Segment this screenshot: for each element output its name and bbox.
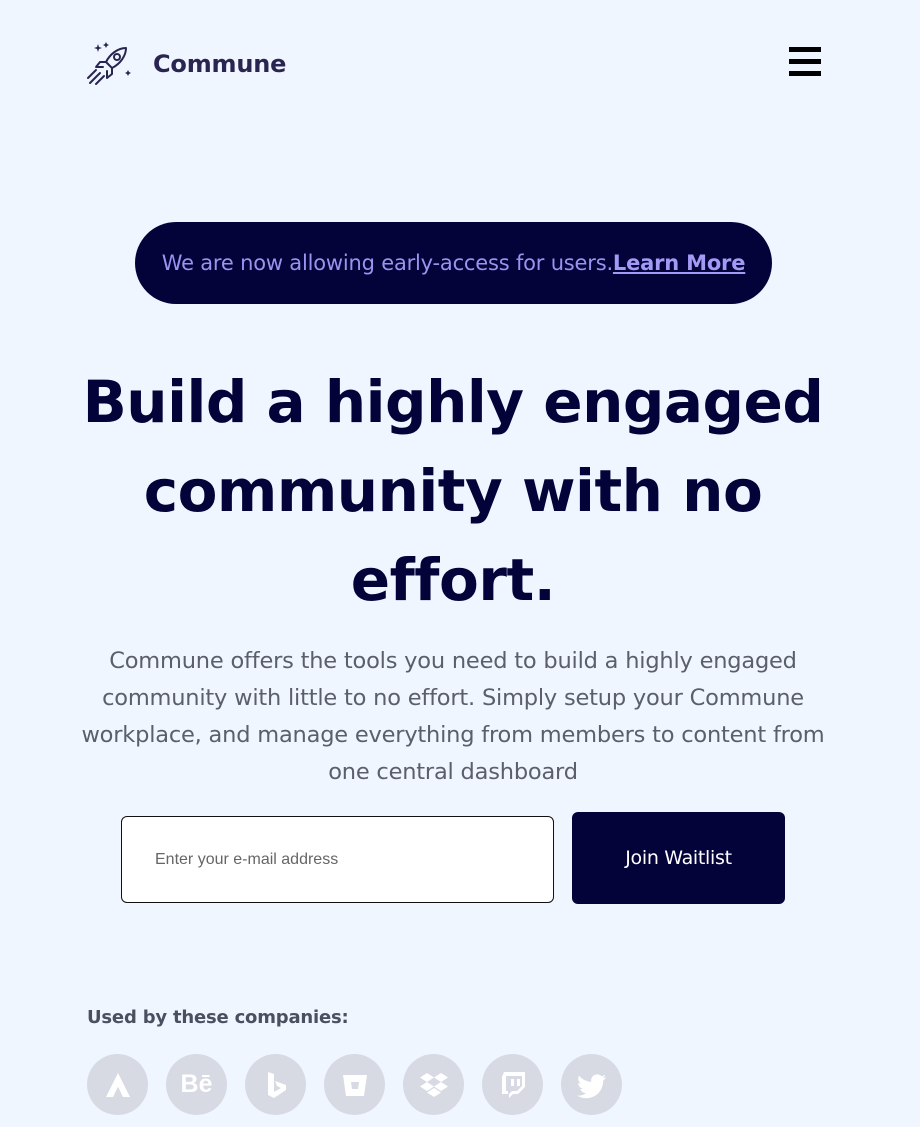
rocket-icon [87,42,131,85]
join-waitlist-button[interactable]: Join Waitlist [572,812,785,904]
menu-bar [789,47,821,52]
hero-description: Commune offers the tools you need to bui… [81,648,825,785]
bing-icon [245,1054,306,1115]
site-header: Commune [0,0,920,130]
brand-logo[interactable]: Commune [86,40,286,88]
behance-text: Bē [180,1070,213,1098]
menu-bar [789,71,821,76]
brand-name: Commune [153,50,287,78]
twitch-icon [482,1054,543,1115]
banner-text: We are now allowing early-access for use… [161,251,613,275]
menu-bar [789,59,821,64]
companies-label: Used by these companies: [87,1007,349,1028]
hamburger-menu-icon[interactable] [789,47,821,77]
hero-headline: Build a highly engaged community with no… [82,368,824,614]
early-access-banner: We are now allowing early-access for use… [135,222,772,304]
email-input[interactable] [121,816,554,903]
behance-icon: Bē [166,1054,227,1115]
company-logos: Bē [87,1054,640,1115]
dropbox-icon [403,1054,464,1115]
twitter-icon [561,1054,622,1115]
atlassian-icon [87,1054,148,1115]
bitbucket-icon [324,1054,385,1115]
learn-more-link[interactable]: Learn More [613,251,746,275]
